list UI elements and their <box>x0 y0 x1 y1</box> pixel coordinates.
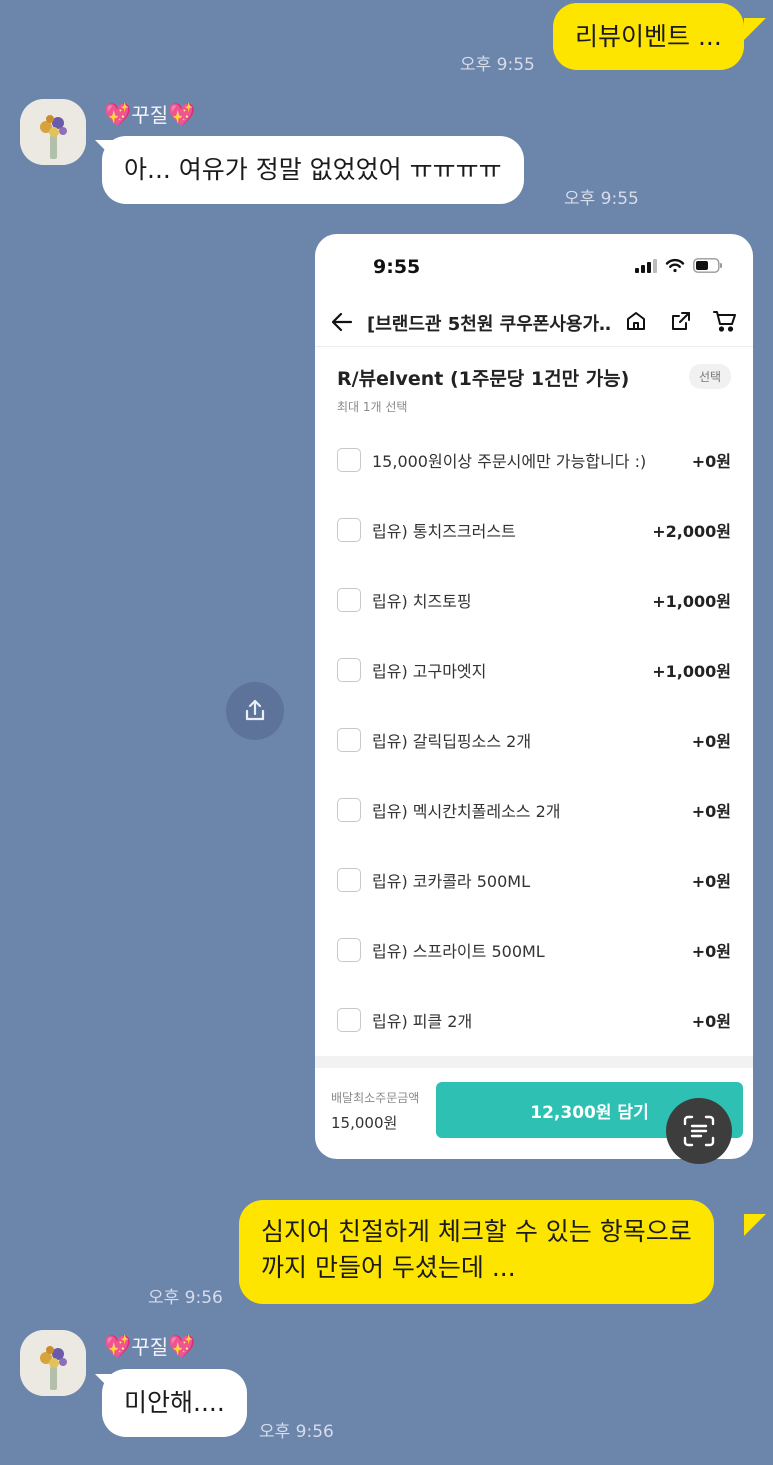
cellular-signal-icon <box>635 258 657 273</box>
my-message-bubble[interactable]: 심지어 친절하게 체크할 수 있는 항목으로 까지 만들어 두셨는데 ... <box>239 1200 714 1304</box>
message-text: 리뷰이벤트 ... <box>575 22 722 51</box>
battery-icon <box>693 258 722 273</box>
option-checkbox[interactable] <box>337 798 361 822</box>
option-row[interactable]: 립유) 멕시칸치폴레소스 2개 +0원 <box>315 790 753 830</box>
wifi-icon <box>665 258 685 273</box>
min-order-label: 배달최소주문금액 <box>331 1091 420 1105</box>
scan-text-button[interactable] <box>666 1098 732 1164</box>
option-price: +2,000원 <box>652 522 731 541</box>
their-message-bubble[interactable]: 아... 여유가 정말 없었었어 ㅠㅠㅠㅠ <box>102 136 524 204</box>
sparkling-heart-icon: 💖 <box>168 1335 196 1360</box>
share-icon <box>245 699 265 721</box>
option-checkbox[interactable] <box>337 448 361 472</box>
sender-name: 💖꾸질💖 <box>104 99 196 128</box>
home-icon[interactable] <box>625 310 647 332</box>
divider <box>315 346 753 347</box>
message-text-line: 까지 만들어 두셨는데 ... <box>261 1253 516 1282</box>
option-checkbox[interactable] <box>337 518 361 542</box>
option-label: 립유) 치즈토핑 <box>372 592 472 611</box>
option-label: 립유) 갈릭딥핑소스 2개 <box>372 732 532 751</box>
message-time: 오후 9:55 <box>460 55 535 75</box>
sparkling-heart-icon: 💖 <box>168 103 196 128</box>
avatar[interactable] <box>20 1330 86 1396</box>
external-share-icon[interactable] <box>670 310 692 332</box>
option-checkbox[interactable] <box>337 728 361 752</box>
sparkling-heart-icon: 💖 <box>104 1335 132 1360</box>
option-price: +1,000원 <box>652 592 731 611</box>
text-scan-icon <box>683 1115 715 1147</box>
option-price: +0원 <box>691 872 731 891</box>
status-clock: 9:55 <box>373 256 421 278</box>
option-row[interactable]: 립유) 치즈토핑 +1,000원 <box>315 580 753 620</box>
option-required-badge: 선택 <box>689 364 732 389</box>
option-row[interactable]: 립유) 고구마엣지 +1,000원 <box>315 650 753 690</box>
option-label: 립유) 멕시칸치폴레소스 2개 <box>372 802 561 821</box>
sender-name-text: 꾸질 <box>131 1335 169 1359</box>
avatar[interactable] <box>20 99 86 165</box>
bubble-tail <box>744 1214 766 1236</box>
bubble-tail <box>744 18 766 40</box>
option-row[interactable]: 15,000원이상 주문시에만 가능합니다 :) +0원 <box>315 440 753 480</box>
option-price: +1,000원 <box>652 662 731 681</box>
option-row[interactable]: 립유) 피클 2개 +0원 <box>315 1000 753 1040</box>
sender-name: 💖꾸질💖 <box>104 1331 196 1360</box>
message-time: 오후 9:55 <box>564 189 639 209</box>
option-label: 립유) 피클 2개 <box>372 1012 473 1031</box>
option-checkbox[interactable] <box>337 868 361 892</box>
sender-name-text: 꾸질 <box>131 103 169 127</box>
option-label: 립유) 통치즈크러스트 <box>372 522 516 541</box>
option-row[interactable]: 립유) 통치즈크러스트 +2,000원 <box>315 510 753 550</box>
option-label: 립유) 고구마엣지 <box>372 662 487 681</box>
message-text: 아... 여유가 정말 없었었어 ㅠㅠㅠㅠ <box>124 155 502 184</box>
message-time: 오후 9:56 <box>259 1422 334 1442</box>
option-label: 립유) 코카콜라 500ML <box>372 872 530 891</box>
message-text: 미안해.... <box>124 1388 225 1417</box>
option-price: +0원 <box>691 732 731 751</box>
option-price: +0원 <box>691 802 731 821</box>
app-nav-bar: [브랜드관 5천원 쿠우폰사용가… <box>315 304 753 344</box>
add-to-cart-label: 12,300원 담기 <box>530 1102 649 1123</box>
option-row[interactable]: 립유) 스프라이트 500ML +0원 <box>315 930 753 970</box>
option-group-subtitle: 최대 1개 선택 <box>337 400 408 414</box>
option-price: +0원 <box>691 452 731 471</box>
their-message-bubble[interactable]: 미안해.... <box>102 1369 247 1437</box>
option-group-title: R/뷰elvent (1주문당 1건만 가능) <box>337 368 630 390</box>
cart-icon[interactable] <box>713 310 737 332</box>
section-separator <box>315 1056 753 1068</box>
back-arrow-icon[interactable] <box>331 312 353 332</box>
option-checkbox[interactable] <box>337 938 361 962</box>
option-label: 립유) 스프라이트 500ML <box>372 942 545 961</box>
status-bar: 9:55 <box>315 234 753 296</box>
message-text-line: 심지어 친절하게 체크할 수 있는 항목으로 <box>261 1217 692 1246</box>
option-price: +0원 <box>691 942 731 961</box>
store-title: [브랜드관 5천원 쿠우폰사용가… <box>367 314 612 335</box>
shared-screenshot-image[interactable]: 9:55 [브랜드관 5천원 쿠우폰사용가… R/뷰elvent (1주문당 1… <box>315 234 753 1159</box>
option-checkbox[interactable] <box>337 588 361 612</box>
sparkling-heart-icon: 💖 <box>104 103 132 128</box>
my-message-bubble[interactable]: 리뷰이벤트 ... <box>553 3 744 70</box>
option-row[interactable]: 립유) 갈릭딥핑소스 2개 +0원 <box>315 720 753 760</box>
option-price: +0원 <box>691 1012 731 1031</box>
share-button[interactable] <box>226 682 284 740</box>
min-order-value: 15,000원 <box>331 1114 398 1132</box>
option-label: 15,000원이상 주문시에만 가능합니다 :) <box>372 452 647 471</box>
option-row[interactable]: 립유) 코카콜라 500ML +0원 <box>315 860 753 900</box>
message-time: 오후 9:56 <box>148 1288 223 1308</box>
option-checkbox[interactable] <box>337 658 361 682</box>
option-checkbox[interactable] <box>337 1008 361 1032</box>
